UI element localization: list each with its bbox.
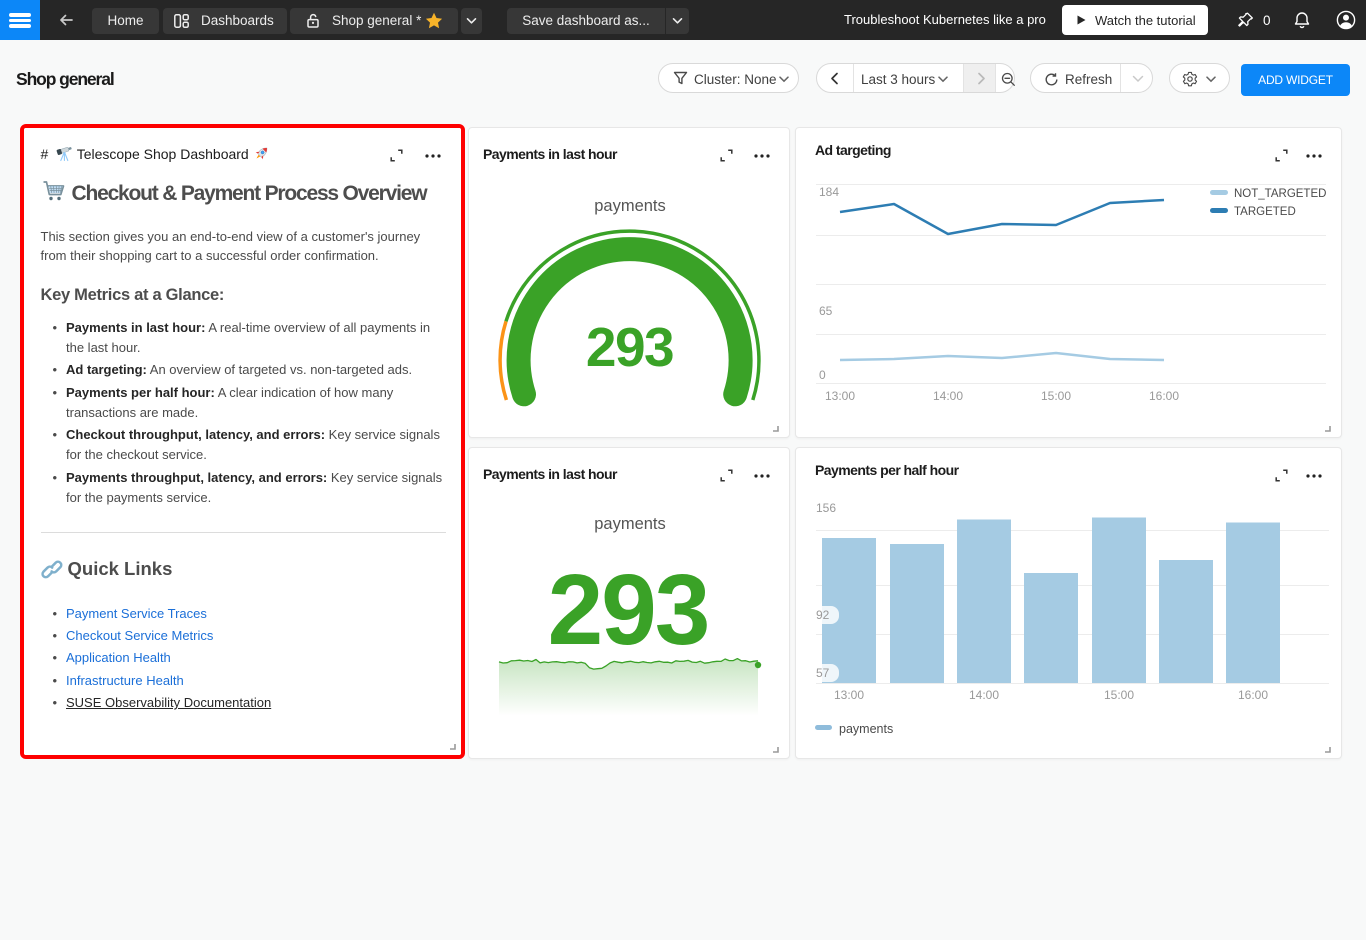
svg-text:14:00: 14:00 <box>969 688 999 702</box>
svg-text:15:00: 15:00 <box>1104 688 1134 702</box>
svg-text:13:00: 13:00 <box>825 389 855 403</box>
svg-text:16:00: 16:00 <box>1149 389 1179 403</box>
svg-text:156: 156 <box>816 501 836 515</box>
svg-text:92: 92 <box>816 608 830 622</box>
svg-text:16:00: 16:00 <box>1238 688 1268 702</box>
svg-text:payments: payments <box>839 722 893 736</box>
svg-text:NOT_TARGETED: NOT_TARGETED <box>1234 188 1326 200</box>
svg-text:65: 65 <box>819 304 833 318</box>
svg-text:14:00: 14:00 <box>933 389 963 403</box>
svg-text:13:00: 13:00 <box>834 688 864 702</box>
svg-text:184: 184 <box>819 185 839 199</box>
svg-text:293: 293 <box>586 316 673 378</box>
svg-text:15:00: 15:00 <box>1041 389 1071 403</box>
svg-text:0: 0 <box>819 368 826 382</box>
svg-text:TARGETED: TARGETED <box>1234 206 1296 218</box>
svg-text:293: 293 <box>548 554 709 666</box>
svg-text:57: 57 <box>816 666 830 680</box>
